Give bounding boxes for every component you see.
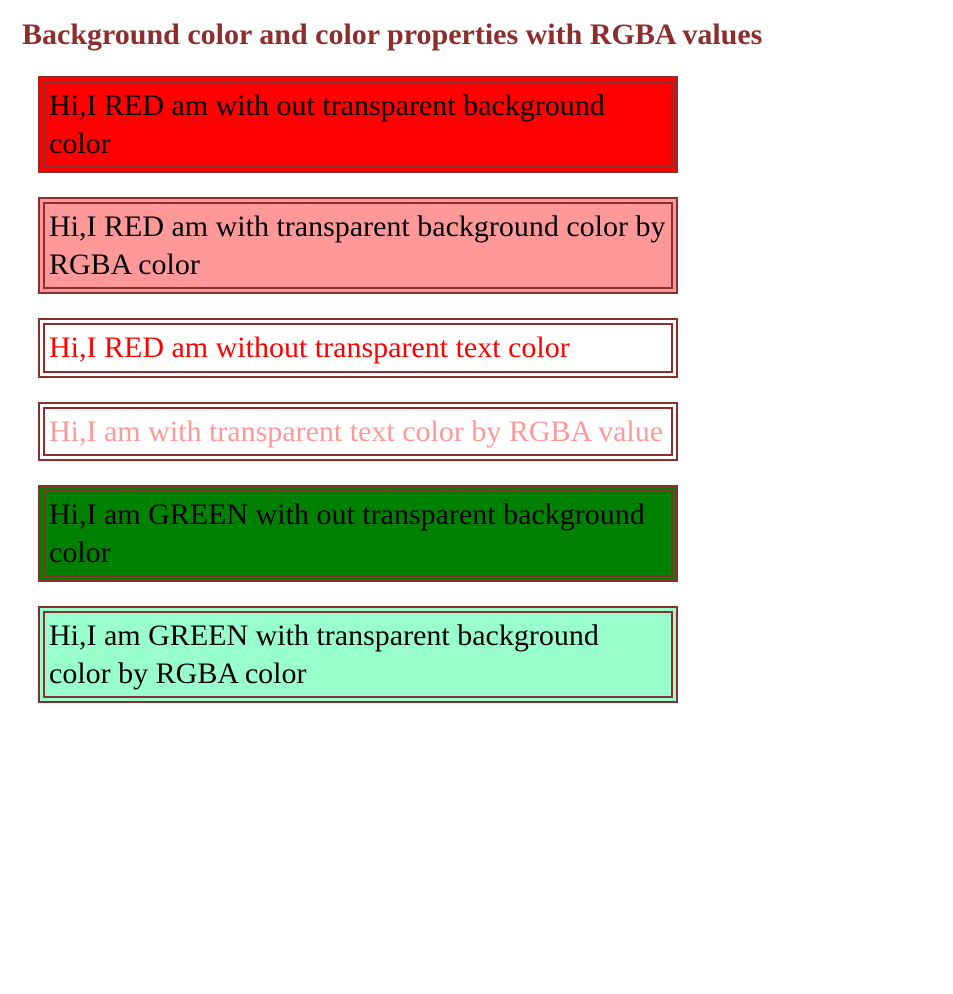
example-box-red-rgba-bg: Hi,I RED am with transparent background … [38,197,678,294]
example-box-red-rgba-text: Hi,I am with transparent text color by R… [38,402,678,462]
page-title: Background color and color properties wi… [22,18,931,52]
example-box-red-solid-bg: Hi,I RED am with out transparent backgro… [38,76,678,173]
example-box-green-solid-bg: Hi,I am GREEN with out transparent backg… [38,485,678,582]
example-box-green-rgba-bg: Hi,I am GREEN with transparent backgroun… [38,606,678,703]
example-box-red-solid-text: Hi,I RED am without transparent text col… [38,318,678,378]
